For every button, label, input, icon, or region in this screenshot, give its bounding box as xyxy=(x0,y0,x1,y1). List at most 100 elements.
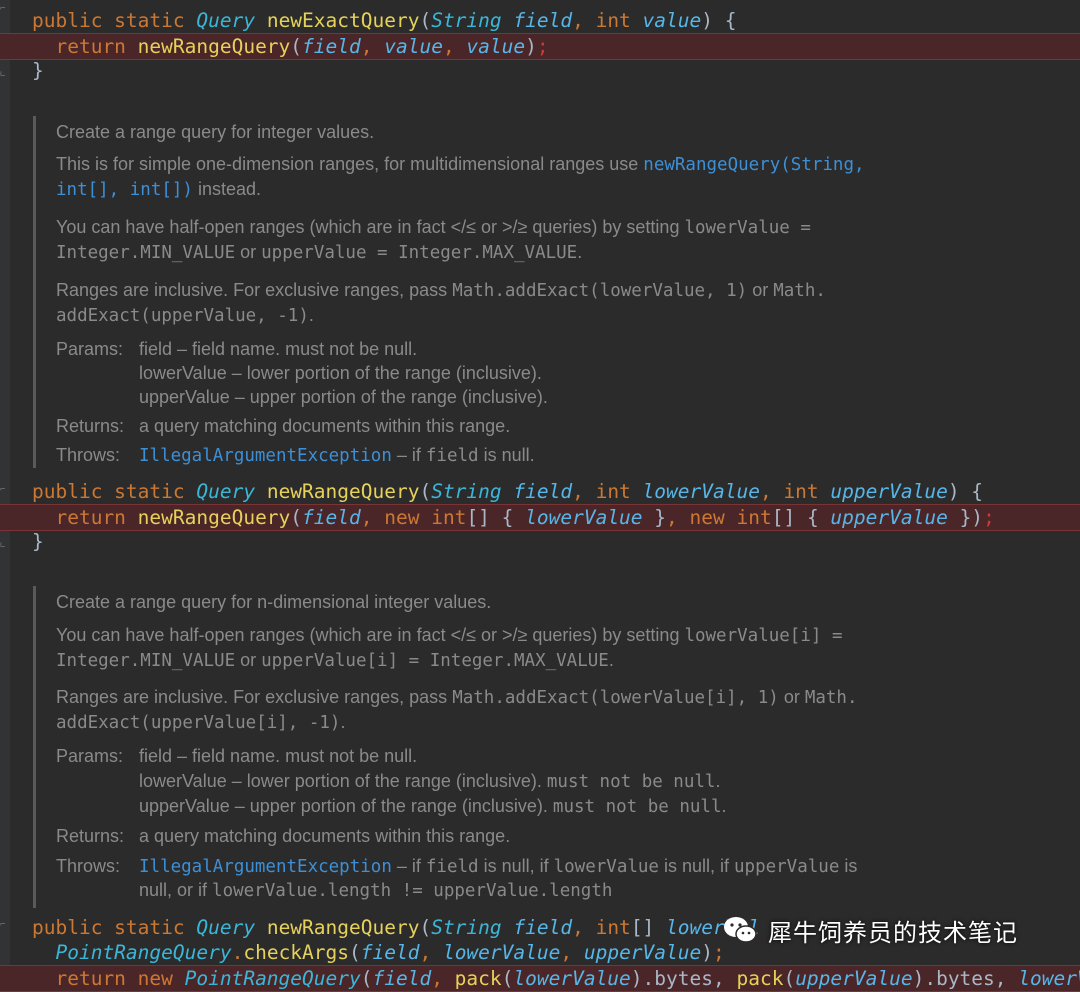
doc-paragraph: You can have half-open ranges (which are… xyxy=(56,217,811,238)
param: field xyxy=(513,916,573,939)
doc-paragraph: You can have half-open ranges (which are… xyxy=(56,625,843,646)
javadoc-popup: Create a range query for integer values.… xyxy=(33,116,1053,468)
comma: , xyxy=(431,967,455,990)
brace: ) { xyxy=(701,9,737,32)
param: field xyxy=(302,506,361,529)
keyword: public static xyxy=(32,480,197,503)
doc-paragraph: Integer.MIN_VALUE or upperValue[i] = Int… xyxy=(56,650,614,671)
semicolon: ; xyxy=(983,506,995,529)
doc-paragraph: Integer.MIN_VALUE or upperValue = Intege… xyxy=(56,242,583,263)
type: Query xyxy=(196,916,267,939)
doc-summary: Create a range query for integer values. xyxy=(56,122,375,142)
paren: ) xyxy=(525,35,537,58)
code-line-error[interactable]: return newRangeQuery(field, value, value… xyxy=(0,33,1080,60)
brackets: [] { xyxy=(466,506,526,529)
param: value xyxy=(384,35,443,58)
code-line[interactable]: public static Query newExactQuery(String… xyxy=(0,8,1080,33)
doc-paragraph: addExact(upperValue, -1). xyxy=(56,305,314,326)
doc-paragraph: This is for simple one-dimension ranges,… xyxy=(56,154,865,175)
type: String xyxy=(431,9,514,32)
keyword: int xyxy=(595,9,643,32)
comma: , xyxy=(572,916,596,939)
keyword: public static xyxy=(32,916,197,939)
param: upperValue xyxy=(795,967,913,990)
comma: , xyxy=(759,480,784,503)
dot: . xyxy=(231,941,244,964)
type: PointRangeQuery xyxy=(55,941,232,964)
param: lowerVa xyxy=(1018,967,1080,990)
doc-link[interactable]: IllegalArgumentException xyxy=(139,857,392,877)
type: Query xyxy=(196,9,267,32)
paren: ( xyxy=(290,35,303,58)
paren: ) xyxy=(701,941,713,964)
brace: } xyxy=(32,59,44,82)
doc-param: lowerValue – lower portion of the range … xyxy=(139,771,721,792)
keyword: return new xyxy=(32,967,185,990)
param: lowerValue xyxy=(642,480,760,503)
code-line[interactable]: public static Query newRangeQuery(String… xyxy=(0,479,1080,504)
keyword: new xyxy=(384,506,432,529)
method-name: newRangeQuery xyxy=(137,35,291,58)
param: field xyxy=(513,480,573,503)
keyword: public static xyxy=(32,9,197,32)
doc-paragraph: int[], int[]) instead. xyxy=(56,179,262,200)
doc-param: lowerValue – lower portion of the range … xyxy=(139,363,542,383)
keyword: return xyxy=(32,506,138,529)
doc-throws-cont: null, or if lowerValue.length != upperVa… xyxy=(139,880,613,901)
param: value xyxy=(466,35,526,58)
method-name: pack xyxy=(454,967,502,990)
paren: ( xyxy=(360,967,373,990)
type: PointRangeQuery xyxy=(184,967,361,990)
doc-link[interactable]: IllegalArgumentException xyxy=(139,446,392,466)
doc-paragraph: Ranges are inclusive. For exclusive rang… xyxy=(56,687,858,708)
type: String xyxy=(431,480,514,503)
comma: , xyxy=(560,941,584,964)
method-name: newRangeQuery xyxy=(266,480,420,503)
type: String xyxy=(431,916,514,939)
brace: } xyxy=(32,530,44,553)
param: lowerValue xyxy=(442,941,561,964)
keyword: return xyxy=(32,35,138,58)
semicolon: ; xyxy=(536,35,549,58)
doc-params: Params: field – field name. must not be n… xyxy=(56,746,418,766)
code-line[interactable]: } xyxy=(0,58,1080,83)
comma: , xyxy=(442,35,467,58)
code-line-error[interactable]: return newRangeQuery(field, new int[] { … xyxy=(0,504,1080,531)
method-name: newRangeQuery xyxy=(137,506,291,529)
doc-link[interactable]: int[], int[]) xyxy=(56,180,193,200)
watermark-text: 犀牛饲养员的技术笔记 xyxy=(768,918,1018,947)
doc-paragraph: Ranges are inclusive. For exclusive rang… xyxy=(56,280,826,301)
doc-throws: Throws: IllegalArgumentException – if fie… xyxy=(56,445,535,466)
watermark: 犀牛饲养员的技术笔记 xyxy=(722,906,1062,954)
doc-params: Params: field – field name. must not be n… xyxy=(56,339,418,359)
code-line-error[interactable]: return new PointRangeQuery(field, pack(l… xyxy=(0,965,1080,992)
comma: , xyxy=(419,941,443,964)
param: field xyxy=(360,941,420,964)
method-name: checkArgs xyxy=(243,941,350,964)
comma: , xyxy=(572,9,596,32)
param: lowerValue xyxy=(513,967,631,990)
javadoc-popup: Create a range query for n-dimensional i… xyxy=(33,586,1053,908)
keyword: int xyxy=(736,506,772,529)
keyword: int xyxy=(595,480,643,503)
keyword: new xyxy=(689,506,737,529)
wechat-icon xyxy=(722,915,758,945)
code-line[interactable]: } xyxy=(0,529,1080,554)
doc-summary: Create a range query for n-dimensional i… xyxy=(56,592,492,612)
method-name: newExactQuery xyxy=(266,9,420,32)
keyword: int xyxy=(431,506,467,529)
param: field xyxy=(513,9,573,32)
comma: , xyxy=(360,506,385,529)
comma: , xyxy=(572,480,596,503)
brackets: [] { xyxy=(771,506,831,529)
paren: ( xyxy=(290,506,303,529)
doc-returns: Returns: a query matching documents withi… xyxy=(56,826,511,846)
brackets: [] xyxy=(630,916,667,939)
paren: ( xyxy=(349,941,361,964)
param: lowerValue xyxy=(525,506,643,529)
comma: , xyxy=(666,506,690,529)
brace: }) xyxy=(947,506,984,529)
brace: ) { xyxy=(947,480,984,503)
doc-link[interactable]: newRangeQuery(String, xyxy=(643,155,864,175)
param: upperValue xyxy=(830,506,948,529)
